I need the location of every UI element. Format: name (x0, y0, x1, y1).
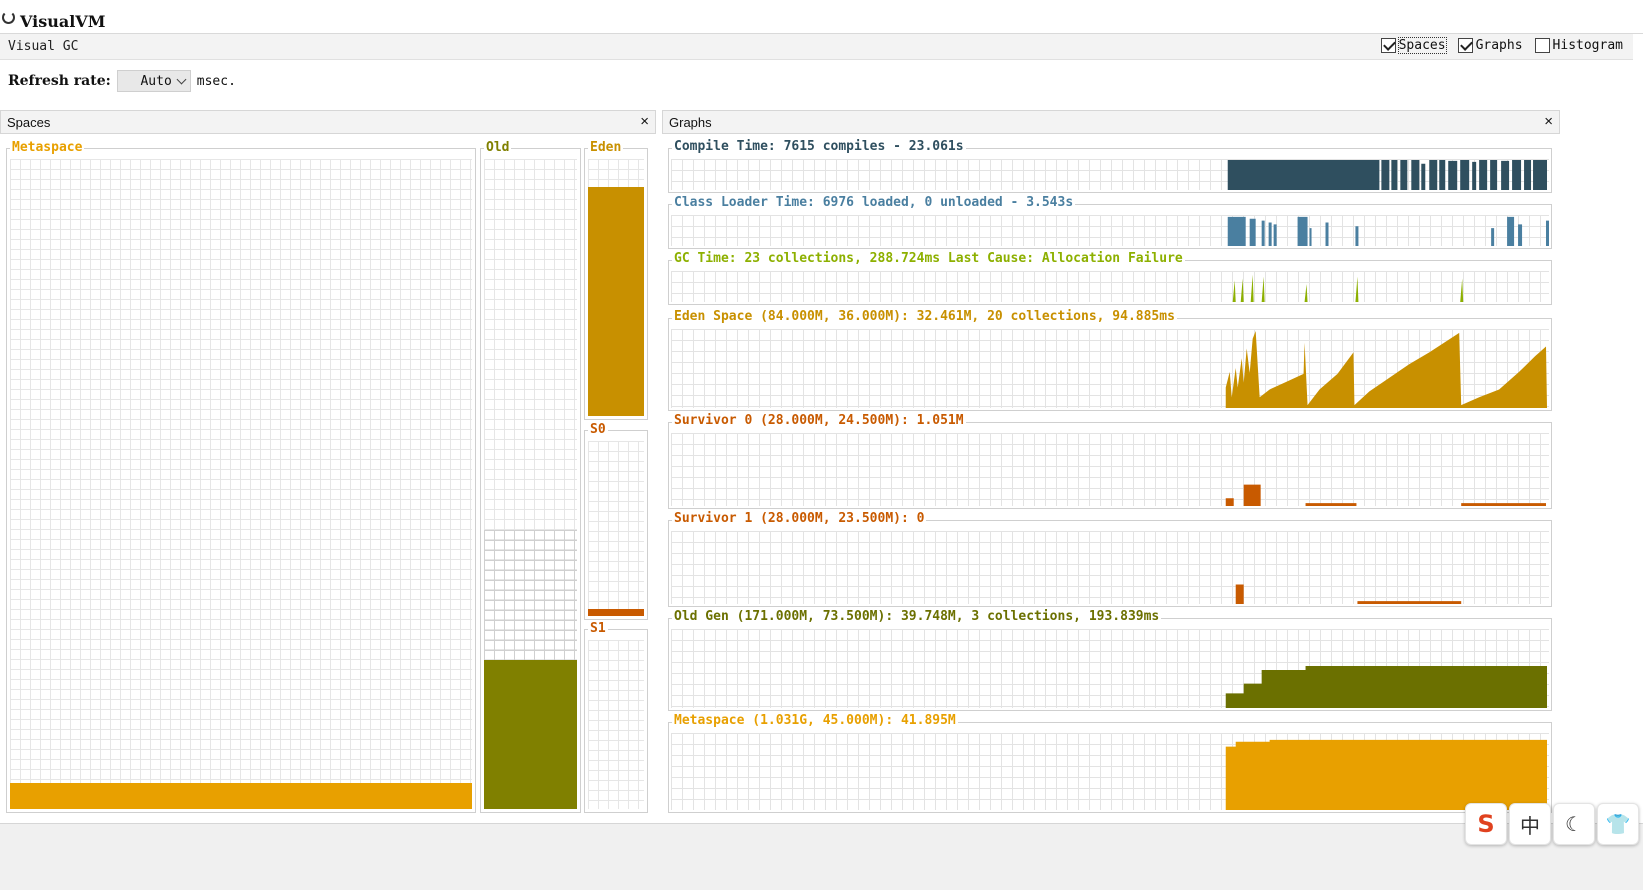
survivor0-graph-label: Survivor 0 (28.000M, 24.500M): 1.051M (672, 413, 966, 428)
toggle-graphs[interactable]: Graphs (1457, 38, 1523, 53)
survivor1-graph-label: Survivor 1 (28.000M, 23.500M): 0 (672, 511, 927, 526)
s0-used-fill (588, 609, 644, 616)
refresh-rate-row: Refresh rate: Auto msec. (8, 68, 236, 94)
metaspace-svg (1225, 739, 1548, 810)
old-used-fill (484, 659, 577, 809)
gc-time-plot (671, 271, 1549, 302)
s1-space: S1 (584, 621, 648, 813)
class-loader-time-plot (671, 215, 1549, 246)
compile-time-graph: Compile Time: 7615 compiles - 23.061s (668, 139, 1552, 193)
survivor0-trace (1225, 484, 1547, 506)
eden-space-graph-label: Eden Space (84.000M, 36.000M): 32.461M, … (672, 309, 1177, 324)
spaces-checkbox[interactable] (1380, 38, 1396, 53)
metaspace-graph-label: Metaspace (1.031G, 45.000M): 41.895M (672, 713, 958, 728)
old-gen-svg (1225, 666, 1548, 708)
survivor0-plot (671, 433, 1549, 506)
refresh-rate-unit: msec. (196, 73, 236, 89)
s0-space: S0 (584, 422, 648, 620)
loading-spinner-icon (2, 11, 15, 24)
s1-space-label: S1 (588, 621, 608, 636)
metaspace-space: Metaspace (6, 140, 476, 813)
gc-time-trace (1232, 274, 1464, 302)
survivor1-trace (1235, 584, 1462, 604)
s1-grid (588, 640, 644, 809)
histogram-label: Histogram (1552, 38, 1623, 53)
graphs-panel-title: Graphs (669, 115, 712, 130)
eden-grid (588, 159, 644, 416)
metaspace-graph: Metaspace (1.031G, 45.000M): 41.895M (668, 713, 1552, 813)
spaces-panel-title: Spaces (7, 115, 51, 130)
gc-time-label: GC Time: 23 collections, 288.724ms Last … (672, 251, 1185, 266)
ime-toolbar: S 中 ☾ 👕 (1465, 803, 1639, 845)
eden-space-plot (671, 329, 1549, 408)
moon-icon[interactable]: ☾ (1553, 803, 1595, 845)
old-gen-trace (1225, 666, 1548, 708)
toggle-histogram[interactable]: Histogram (1534, 38, 1623, 53)
chevron-down-icon (176, 74, 187, 85)
spaces-close-icon[interactable]: × (640, 113, 649, 130)
survivor0-svg (1225, 484, 1547, 506)
survivor0-graph: Survivor 0 (28.000M, 24.500M): 1.051M (668, 413, 1552, 509)
metaspace-space-label: Metaspace (10, 140, 85, 155)
metaspace-grid (10, 159, 472, 809)
graphs-panel-header: Graphs × (662, 110, 1560, 134)
toggle-spaces[interactable]: Spaces (1380, 37, 1447, 54)
metaspace-used-fill (10, 783, 472, 809)
title-bar: VisualVM (0, 0, 1643, 34)
graphs-checkbox[interactable] (1457, 38, 1473, 53)
eden-space: Eden (584, 140, 648, 420)
s0-space-label: S0 (588, 422, 608, 437)
class-loader-time-trace (1227, 216, 1549, 246)
class-loader-time-svg (1227, 216, 1549, 246)
eden-space-svg (1225, 330, 1548, 408)
gc-time-svg (1232, 274, 1464, 302)
refresh-rate-value: Auto (140, 73, 172, 89)
spaces-label: Spaces (1397, 37, 1447, 54)
language-zh-button[interactable]: 中 (1509, 803, 1551, 845)
class-loader-time-label: Class Loader Time: 6976 loaded, 0 unload… (672, 195, 1076, 210)
survivor1-plot (671, 531, 1549, 604)
metaspace-plot (671, 733, 1549, 810)
old-gen-graph-label: Old Gen (171.000M, 73.500M): 39.748M, 3 … (672, 609, 1162, 624)
eden-used-fill (588, 187, 644, 416)
compile-time-label: Compile Time: 7615 compiles - 23.061s (672, 139, 966, 154)
status-bar (0, 823, 1643, 890)
eden-space-label: Eden (588, 140, 624, 155)
old-gen-plot (671, 629, 1549, 708)
refresh-rate-label: Refresh rate: (8, 73, 111, 89)
view-toggles: Spaces Graphs Histogram (1380, 37, 1623, 54)
compile-time-plot (671, 159, 1549, 190)
survivor1-svg (1235, 584, 1462, 604)
histogram-checkbox[interactable] (1534, 38, 1550, 53)
s0-grid (588, 441, 644, 616)
compile-time-trace (1227, 159, 1548, 190)
eden-space-trace (1225, 330, 1548, 408)
gc-time-graph: GC Time: 23 collections, 288.724ms Last … (668, 251, 1552, 305)
old-gen-graph: Old Gen (171.000M, 73.500M): 39.748M, 3 … (668, 609, 1552, 711)
old-space: Old (480, 140, 581, 813)
survivor1-graph: Survivor 1 (28.000M, 23.500M): 0 (668, 511, 1552, 607)
old-space-label: Old (484, 140, 512, 155)
visual-gc-tab-bar: Visual GC Spaces Graphs Histogram (0, 34, 1633, 60)
refresh-rate-select[interactable]: Auto (116, 70, 191, 92)
graphs-close-icon[interactable]: × (1544, 113, 1553, 130)
ime-s-icon[interactable]: S (1465, 803, 1507, 845)
tab-visual-gc[interactable]: Visual GC (8, 39, 78, 54)
class-loader-time-graph: Class Loader Time: 6976 loaded, 0 unload… (668, 195, 1552, 249)
skin-shirt-icon[interactable]: 👕 (1597, 803, 1639, 845)
old-grid (484, 159, 577, 809)
compile-time-svg (1227, 159, 1548, 190)
spaces-panel-header: Spaces × (0, 110, 656, 134)
eden-space-graph: Eden Space (84.000M, 36.000M): 32.461M, … (668, 309, 1552, 411)
metaspace-trace (1225, 739, 1548, 810)
graphs-label: Graphs (1475, 38, 1523, 53)
app-title: VisualVM (20, 12, 106, 31)
